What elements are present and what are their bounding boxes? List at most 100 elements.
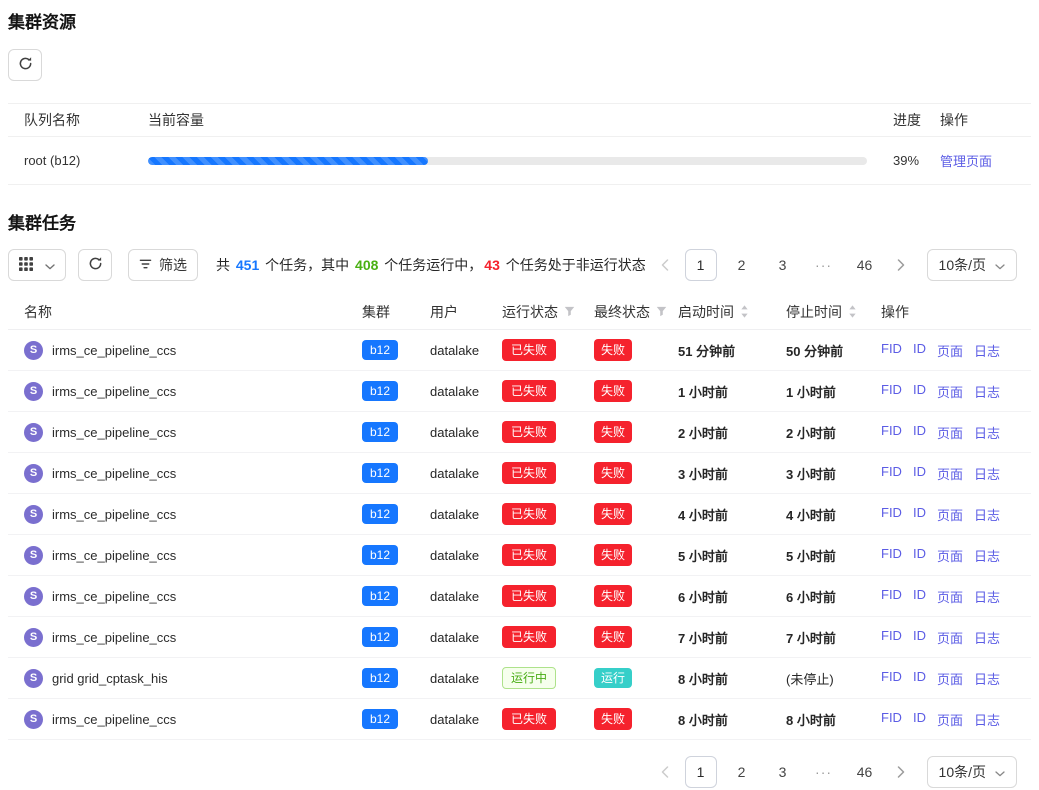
action-link-log[interactable]: 日志: [974, 710, 1000, 729]
page-size-select[interactable]: 10条/页: [927, 249, 1017, 281]
action-link-page[interactable]: 页面: [937, 587, 963, 606]
action-link-fid[interactable]: FID: [881, 546, 902, 565]
tasks-refresh-button[interactable]: [78, 249, 112, 281]
manage-page-link[interactable]: 管理页面: [940, 154, 992, 169]
action-link-fid[interactable]: FID: [881, 464, 902, 483]
action-link-fid[interactable]: FID: [881, 382, 902, 401]
action-link-fid[interactable]: FID: [881, 710, 902, 729]
action-link-fid[interactable]: FID: [881, 587, 902, 606]
start-time: 3 小时前: [678, 464, 786, 483]
chevron-down-icon: [45, 257, 55, 273]
action-link-fid[interactable]: FID: [881, 341, 902, 360]
action-link-page[interactable]: 页面: [937, 505, 963, 524]
pagination-page-2[interactable]: 2: [726, 249, 758, 281]
action-link-log[interactable]: 日志: [974, 382, 1000, 401]
start-time: 6 小时前: [678, 587, 786, 606]
pagination-next-button[interactable]: [890, 249, 912, 281]
table-row: S irms_ce_pipeline_ccs b12 datalake 已失败 …: [8, 494, 1031, 535]
stop-time: 7 小时前: [786, 628, 881, 647]
user-name: datalake: [430, 343, 479, 358]
action-link-page[interactable]: 页面: [937, 382, 963, 401]
column-header-capacity: 当前容量: [148, 110, 867, 130]
action-link-id[interactable]: ID: [913, 587, 926, 606]
user-name: datalake: [430, 384, 479, 399]
action-link-id[interactable]: ID: [913, 382, 926, 401]
action-link-page[interactable]: 页面: [937, 464, 963, 483]
summary-text-4: 个任务处于非运行状态: [502, 257, 646, 273]
action-link-log[interactable]: 日志: [974, 423, 1000, 442]
table-row: S irms_ce_pipeline_ccs b12 datalake 已失败 …: [8, 412, 1031, 453]
pagination-page-3[interactable]: 3: [767, 249, 799, 281]
action-link-id[interactable]: ID: [913, 669, 926, 688]
tasks-table-header: 名称 集群 用户 运行状态 最终状态 启动时间 停止时间 操作: [8, 294, 1031, 330]
pagination-page-3[interactable]: 3: [767, 756, 799, 788]
task-name: irms_ce_pipeline_ccs: [52, 589, 176, 604]
funnel-icon[interactable]: [564, 306, 575, 317]
sort-icon[interactable]: [740, 305, 749, 318]
pagination-page-2[interactable]: 2: [726, 756, 758, 788]
pagination-page-1[interactable]: 1: [685, 756, 717, 788]
action-link-id[interactable]: ID: [913, 341, 926, 360]
action-link-id[interactable]: ID: [913, 423, 926, 442]
pagination-page-1[interactable]: 1: [685, 249, 717, 281]
run-status-badge: 已失败: [502, 544, 556, 566]
action-link-log[interactable]: 日志: [974, 587, 1000, 606]
pagination-prev-button[interactable]: [654, 249, 676, 281]
refresh-icon: [18, 56, 33, 74]
action-link-log[interactable]: 日志: [974, 464, 1000, 483]
cluster-badge: b12: [362, 709, 398, 729]
cluster-badge: b12: [362, 504, 398, 524]
column-label: 集群: [362, 302, 390, 322]
action-link-id[interactable]: ID: [913, 546, 926, 565]
pagination-prev-button[interactable]: [654, 756, 676, 788]
action-link-fid[interactable]: FID: [881, 505, 902, 524]
cluster-tasks-title: 集群任务: [8, 209, 1031, 234]
action-link-page[interactable]: 页面: [937, 546, 963, 565]
user-name: datalake: [430, 589, 479, 604]
action-link-page[interactable]: 页面: [937, 628, 963, 647]
action-link-id[interactable]: ID: [913, 628, 926, 647]
task-summary: 共 451 个任务，其中 408 个任务运行中，43 个任务处于非运行状态: [216, 255, 646, 275]
action-link-fid[interactable]: FID: [881, 628, 902, 647]
action-link-log[interactable]: 日志: [974, 505, 1000, 524]
action-link-page[interactable]: 页面: [937, 669, 963, 688]
pagination-page-46[interactable]: 46: [849, 249, 881, 281]
task-type-avatar: S: [24, 546, 43, 565]
action-link-fid[interactable]: FID: [881, 669, 902, 688]
tasks-table: 名称 集群 用户 运行状态 最终状态 启动时间 停止时间 操作 S: [8, 294, 1031, 740]
action-link-log[interactable]: 日志: [974, 669, 1000, 688]
sort-icon[interactable]: [848, 305, 857, 318]
start-time: 4 小时前: [678, 505, 786, 524]
action-link-id[interactable]: ID: [913, 710, 926, 729]
running-count: 408: [355, 257, 378, 273]
run-status-badge: 已失败: [502, 626, 556, 648]
row-actions: FID ID 页面日志: [881, 710, 1031, 729]
funnel-icon[interactable]: [656, 306, 667, 317]
resources-refresh-button[interactable]: [8, 49, 42, 81]
column-settings-button[interactable]: [8, 249, 66, 281]
pagination-next-button[interactable]: [890, 756, 912, 788]
action-link-page[interactable]: 页面: [937, 710, 963, 729]
action-link-log[interactable]: 日志: [974, 341, 1000, 360]
action-link-fid[interactable]: FID: [881, 423, 902, 442]
column-header-start-time: 启动时间: [678, 302, 786, 322]
table-row: S irms_ce_pipeline_ccs b12 datalake 已失败 …: [8, 576, 1031, 617]
column-header-queue: 队列名称: [8, 110, 148, 130]
user-name: datalake: [430, 425, 479, 440]
action-link-log[interactable]: 日志: [974, 628, 1000, 647]
resources-table-header: 队列名称 当前容量 进度 操作: [8, 103, 1031, 137]
filter-button[interactable]: 筛选: [128, 249, 198, 281]
page-size-select[interactable]: 10条/页: [927, 756, 1017, 788]
final-status-badge: 运行: [594, 668, 632, 688]
action-link-page[interactable]: 页面: [937, 423, 963, 442]
start-time: 5 小时前: [678, 546, 786, 565]
column-header-run-status: 运行状态: [502, 302, 594, 322]
action-link-log[interactable]: 日志: [974, 546, 1000, 565]
user-name: datalake: [430, 548, 479, 563]
action-link-id[interactable]: ID: [913, 505, 926, 524]
column-header-progress: 进度: [867, 110, 931, 130]
action-link-id[interactable]: ID: [913, 464, 926, 483]
action-link-page[interactable]: 页面: [937, 341, 963, 360]
run-status-badge: 已失败: [502, 462, 556, 484]
pagination-page-46[interactable]: 46: [849, 756, 881, 788]
